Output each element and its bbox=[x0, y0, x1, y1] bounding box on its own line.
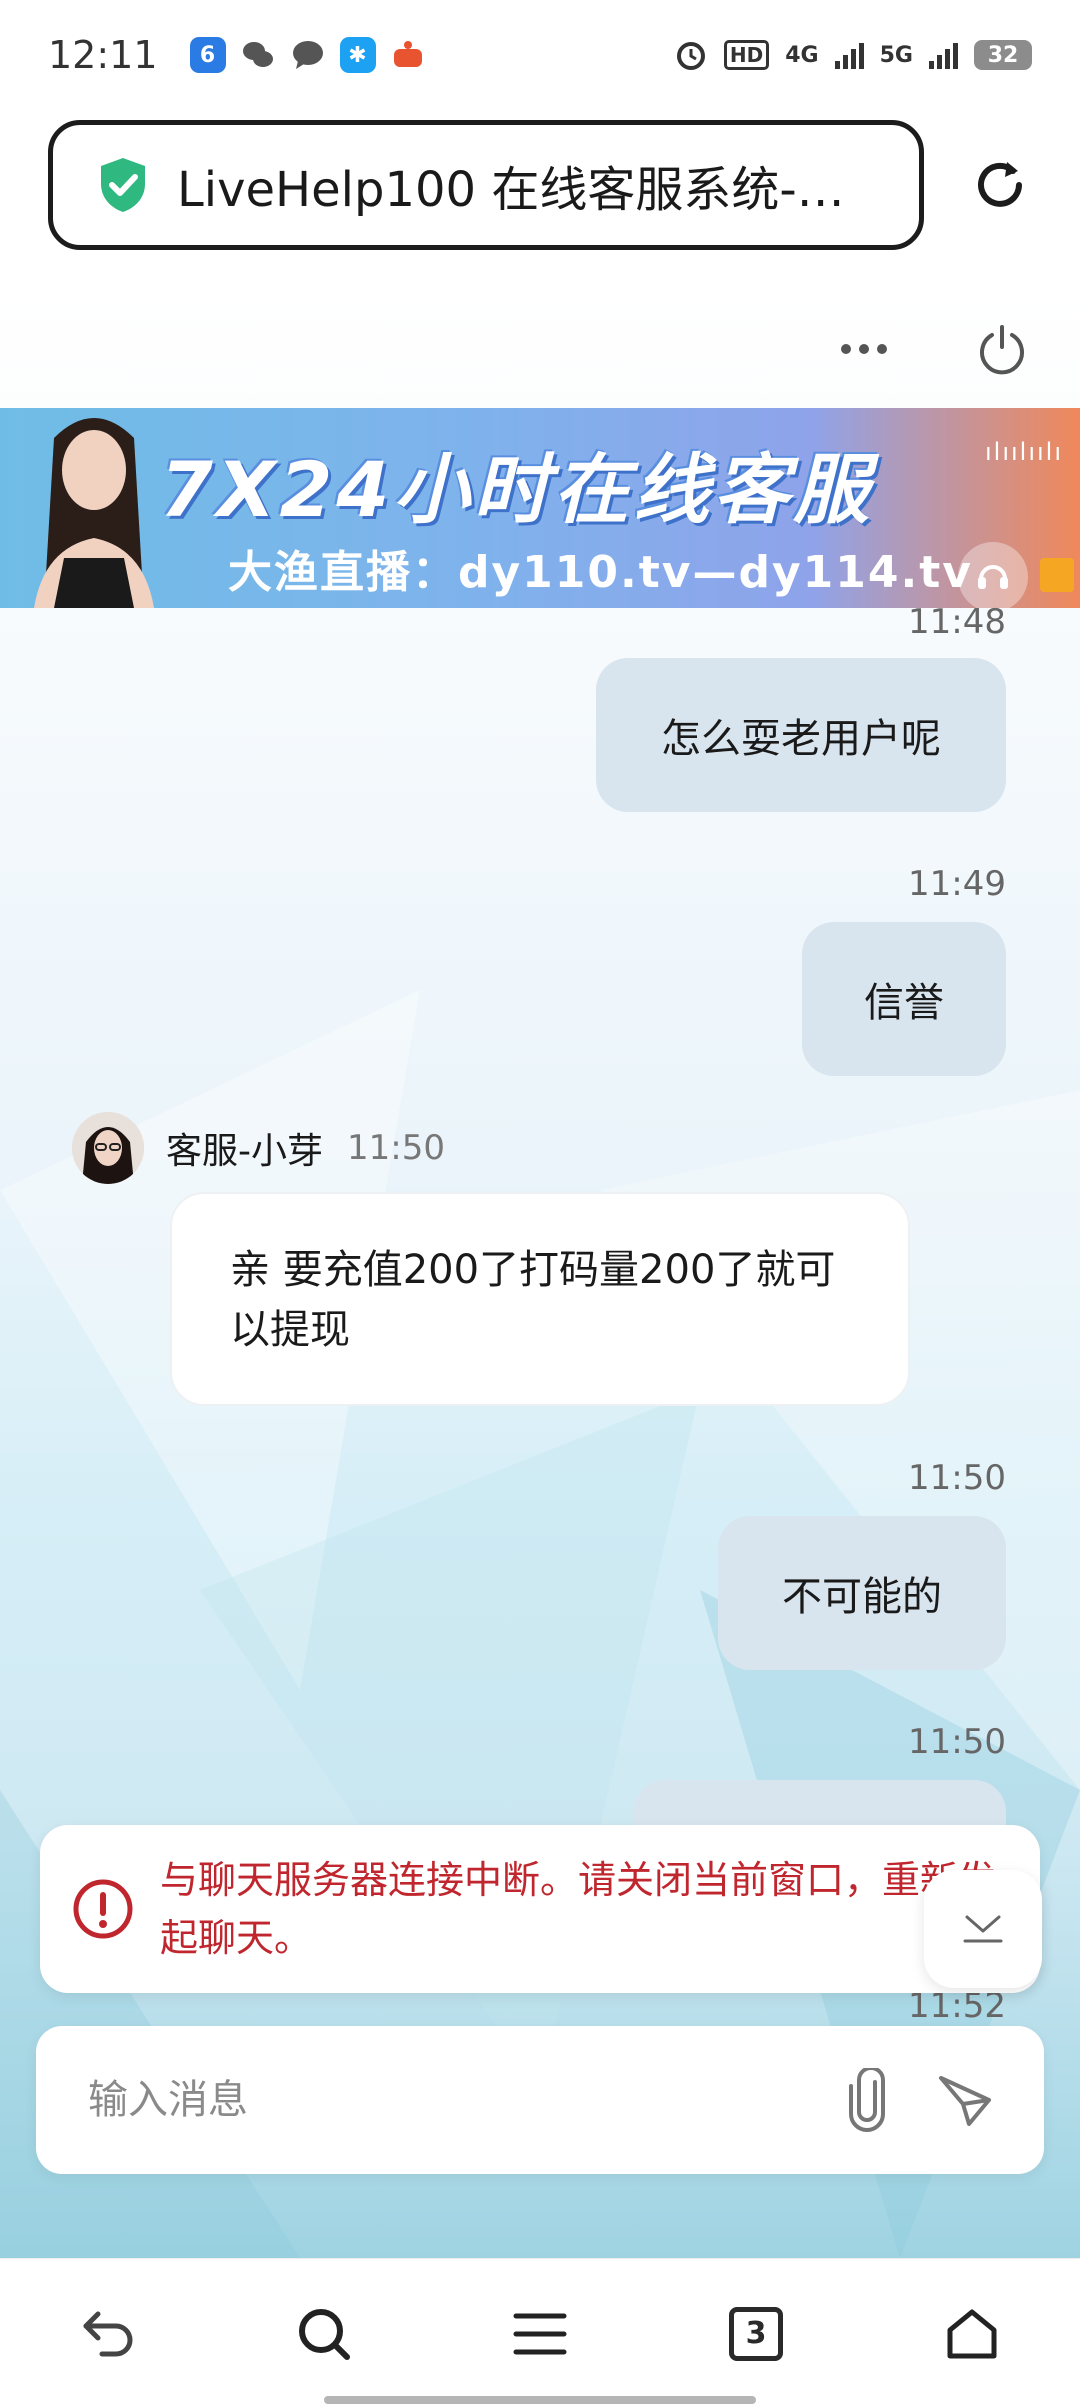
outgoing-message: 怎么耍老用户呢 bbox=[596, 658, 1006, 812]
signal-4g-icon bbox=[834, 41, 864, 69]
outgoing-message: 信誉 bbox=[802, 922, 1006, 1076]
alarm-icon bbox=[676, 42, 705, 70]
message-time: 11:50 bbox=[908, 1458, 1006, 1498]
agent-header: 客服-小芽 11:50 bbox=[72, 1112, 445, 1184]
headset-icon bbox=[958, 542, 1028, 608]
address-bar[interactable]: LiveHelp100 在线客服系统-… bbox=[48, 120, 924, 250]
reload-button[interactable] bbox=[968, 153, 1032, 217]
outgoing-message: 不可能的 bbox=[718, 1516, 1006, 1670]
secure-shield-icon bbox=[101, 158, 145, 212]
agent-name: 客服-小芽 bbox=[166, 1131, 323, 1172]
message-composer bbox=[36, 2026, 1044, 2174]
search-button[interactable] bbox=[279, 2289, 369, 2379]
home-indicator[interactable] bbox=[324, 2396, 756, 2404]
message-time: 11:50 bbox=[908, 1722, 1006, 1762]
tabs-button[interactable]: 3 bbox=[711, 2289, 801, 2379]
banner-portrait bbox=[34, 418, 154, 608]
message-input[interactable] bbox=[88, 2077, 804, 2123]
banner-subtitle: 大渔直播：dy110.tv—dy114.tv bbox=[228, 547, 973, 598]
network-5g-label: 5G bbox=[879, 42, 913, 68]
search-icon bbox=[299, 2308, 350, 2360]
browser-address-row: LiveHelp100 在线客服系统-… bbox=[48, 120, 1032, 250]
notification-icons: 6 ✱ bbox=[189, 37, 426, 73]
end-chat-button[interactable] bbox=[972, 319, 1032, 379]
banner-wave-decoration: ılıılıılı bbox=[985, 438, 1064, 466]
message-text: 信誉 bbox=[864, 980, 944, 1026]
menu-icon bbox=[513, 2313, 567, 2354]
home-button[interactable] bbox=[927, 2289, 1017, 2379]
menu-button[interactable] bbox=[495, 2289, 585, 2379]
message-time: 11:50 bbox=[347, 1128, 445, 1168]
network-4g-label: 4G bbox=[785, 42, 819, 68]
battery-icon: 32 bbox=[974, 40, 1032, 70]
send-button[interactable] bbox=[930, 2065, 1000, 2135]
status-time: 12:11 bbox=[48, 33, 158, 77]
page-title: LiveHelp100 在线客服系统-… bbox=[177, 162, 845, 218]
browser-bottom-nav: 3 bbox=[0, 2258, 1080, 2408]
promo-banner[interactable]: ılıılıılı 7X24小时在线客服 大渔直播：dy110.tv—dy114… bbox=[0, 408, 1080, 608]
hd-indicator: HD bbox=[723, 40, 770, 70]
message-icon bbox=[290, 37, 326, 73]
snowflake-app-icon: ✱ bbox=[339, 37, 376, 73]
browser-app-icon: 6 bbox=[189, 37, 226, 73]
more-options-button[interactable] bbox=[834, 319, 894, 379]
message-time: 11:49 bbox=[908, 864, 1006, 904]
system-indicators: HD 4G 5G 32 bbox=[674, 38, 1032, 72]
alert-message: 与聊天服务器连接中断。请关闭当前窗口，重新发起聊天。 bbox=[160, 1858, 997, 1960]
error-icon bbox=[73, 1879, 133, 1939]
reload-icon bbox=[978, 162, 1022, 207]
power-icon bbox=[980, 325, 1024, 375]
paperclip-icon bbox=[849, 2068, 885, 2132]
connection-error-alert: 与聊天服务器连接中断。请关闭当前窗口，重新发起聊天。 bbox=[40, 1825, 1040, 1993]
tab-count: 3 bbox=[729, 2306, 783, 2361]
chat-toolbar bbox=[0, 290, 1080, 408]
chevron-down-icon bbox=[963, 1915, 1003, 1943]
more-dots-icon bbox=[841, 344, 887, 354]
chat-page: ılıılıılı 7X24小时在线客服 大渔直播：dy110.tv—dy114… bbox=[0, 290, 1080, 2258]
game-app-icon bbox=[390, 37, 426, 73]
banner-title: 7X24小时在线客服 bbox=[160, 445, 874, 534]
agent-avatar bbox=[72, 1112, 144, 1184]
scroll-to-bottom-button[interactable] bbox=[924, 1870, 1042, 1988]
send-icon bbox=[939, 2076, 991, 2126]
message-text: 怎么耍老用户呢 bbox=[661, 716, 941, 762]
back-arrow-icon bbox=[83, 2311, 133, 2356]
incoming-message: 亲 要充值200了打码量200了就可以提现 bbox=[170, 1192, 910, 1406]
play-icon bbox=[1040, 558, 1074, 592]
wechat-icon bbox=[240, 37, 276, 73]
back-button[interactable] bbox=[63, 2289, 153, 2379]
home-icon bbox=[947, 2309, 997, 2358]
message-text: 亲 要充值200了打码量200了就可以提现 bbox=[230, 1247, 836, 1353]
signal-5g-icon bbox=[929, 41, 958, 69]
status-bar: 12:11 6 ✱ HD 4G 5G 32 bbox=[0, 0, 1080, 110]
message-text: 不可能的 bbox=[782, 1574, 942, 1620]
attach-button[interactable] bbox=[832, 2065, 902, 2135]
message-time: 11:48 bbox=[908, 602, 1006, 642]
